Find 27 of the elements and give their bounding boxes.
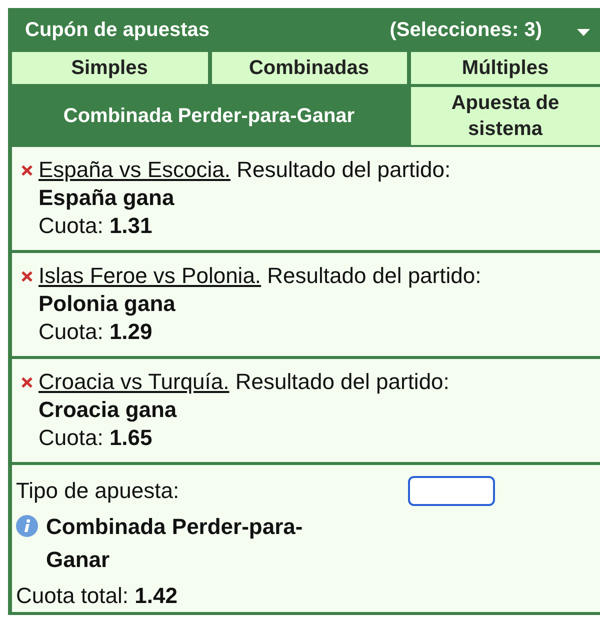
panel-title: Cupón de apuestas <box>25 18 210 43</box>
selections-count: (Selecciones: 3) <box>390 18 542 43</box>
stake-field[interactable] <box>408 476 495 506</box>
market-label: Resultado del partido: <box>267 263 482 288</box>
match-link[interactable]: Croacia vs Turquía. <box>38 369 230 394</box>
close-icon[interactable] <box>20 377 32 388</box>
odds-text: Cuota: 1.65 <box>38 424 154 452</box>
odds-text: Cuota: 1.31 <box>38 212 154 240</box>
market-label: Resultado del partido: <box>235 369 450 394</box>
outcome-text: España gana <box>38 184 176 212</box>
match-link[interactable]: Islas Feroe vs Polonia. <box>38 263 262 288</box>
match-link[interactable]: España vs Escocia. <box>38 157 230 182</box>
tab[interactable]: Apuesta de sistema <box>410 87 600 145</box>
tab[interactable]: Simples <box>12 52 208 84</box>
outcome-text: Croacia gana <box>38 396 178 424</box>
total-odds-text: Cuota total: 1.42 <box>16 582 178 610</box>
tab[interactable]: Combinadas <box>212 52 406 84</box>
info-icon[interactable] <box>16 515 38 537</box>
close-icon[interactable] <box>20 165 32 176</box>
odds-text: Cuota: 1.29 <box>38 318 154 346</box>
market-label: Resultado del partido: <box>236 157 451 182</box>
bet-type-label: Tipo de apuesta: <box>16 477 180 505</box>
caret-icon[interactable] <box>577 28 590 36</box>
close-icon[interactable] <box>20 271 32 282</box>
tab[interactable]: Múltiples <box>410 52 600 84</box>
bet-type-name: Combinada Perder-para-Ganar <box>46 513 304 574</box>
outcome-text: Polonia gana <box>38 290 176 318</box>
